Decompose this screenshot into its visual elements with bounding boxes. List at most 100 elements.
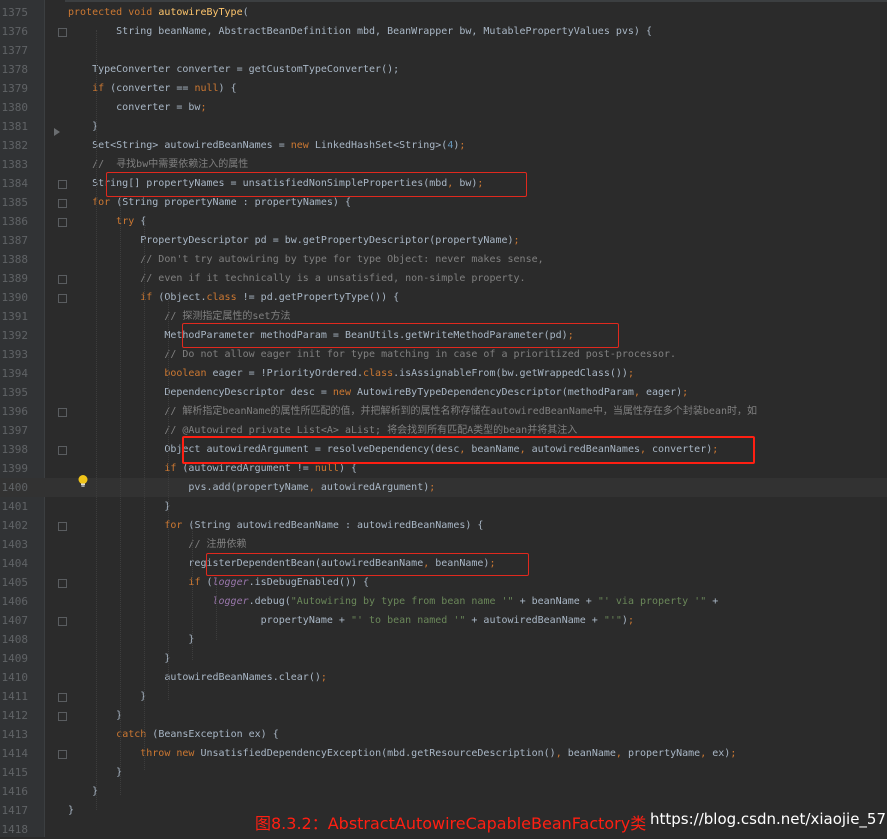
- code-text[interactable]: catch (BeansException ex) {: [68, 725, 279, 744]
- code-text[interactable]: for (String autowiredBeanName : autowire…: [68, 516, 483, 535]
- fold-marker-icon[interactable]: [58, 408, 67, 417]
- code-line[interactable]: 1400 pvs.add(propertyName, autowiredArgu…: [0, 478, 887, 497]
- line-number: 1376: [1, 25, 29, 38]
- code-text[interactable]: // Don't try autowiring by type for type…: [68, 250, 543, 269]
- code-line[interactable]: 1379 if (converter == null) {: [0, 79, 887, 98]
- line-number: 1395: [1, 386, 29, 399]
- code-text[interactable]: if (converter == null) {: [68, 79, 237, 98]
- code-line[interactable]: 1376 String beanName, AbstractBeanDefini…: [0, 22, 887, 41]
- code-line[interactable]: 1375 protected void autowireByType(: [0, 3, 887, 22]
- code-text[interactable]: try {: [68, 212, 146, 231]
- code-line[interactable]: 1410 autowiredBeanNames.clear();: [0, 668, 887, 687]
- line-number: 1383: [1, 158, 29, 171]
- code-text[interactable]: throw new UnsatisfiedDependencyException…: [68, 744, 736, 763]
- lightbulb-icon[interactable]: [76, 474, 90, 488]
- line-number: 1414: [1, 747, 29, 760]
- line-number: 1400: [1, 481, 29, 494]
- code-line[interactable]: 1409 }: [0, 649, 887, 668]
- code-text[interactable]: protected void autowireByType(: [68, 3, 249, 22]
- code-line[interactable]: 1394 boolean eager = !PriorityOrdered.cl…: [0, 364, 887, 383]
- code-line[interactable]: 1378 TypeConverter converter = getCustom…: [0, 60, 887, 79]
- code-text[interactable]: String beanName, AbstractBeanDefinition …: [68, 22, 652, 41]
- line-number: 1388: [1, 253, 29, 266]
- fold-marker-icon[interactable]: [58, 693, 67, 702]
- code-text[interactable]: TypeConverter converter = getCustomTypeC…: [68, 60, 399, 79]
- code-text[interactable]: converter = bw;: [68, 98, 206, 117]
- fold-marker-icon[interactable]: [58, 294, 67, 303]
- code-line[interactable]: 1411 }: [0, 687, 887, 706]
- code-text[interactable]: autowiredBeanNames.clear();: [68, 668, 327, 687]
- code-line[interactable]: 1414 throw new UnsatisfiedDependencyExce…: [0, 744, 887, 763]
- fold-marker-icon[interactable]: [58, 712, 67, 721]
- code-text[interactable]: Set<String> autowiredBeanNames = new Lin…: [68, 136, 465, 155]
- code-line[interactable]: 1395 DependencyDescriptor desc = new Aut…: [0, 383, 887, 402]
- code-line[interactable]: 1401 }: [0, 497, 887, 516]
- code-line[interactable]: 1382 Set<String> autowiredBeanNames = ne…: [0, 136, 887, 155]
- line-number: 1411: [1, 690, 29, 703]
- watermark: https://blog.csdn.net/xiaojie_570: [650, 810, 887, 828]
- code-text[interactable]: // even if it technically is a unsatisfi…: [68, 269, 525, 288]
- code-text[interactable]: }: [68, 117, 98, 136]
- code-line[interactable]: 1377: [0, 41, 887, 60]
- code-text[interactable]: PropertyDescriptor pd = bw.getPropertyDe…: [68, 231, 519, 250]
- code-text[interactable]: }: [68, 801, 74, 820]
- code-text[interactable]: propertyName + "' to bean named '" + aut…: [68, 611, 634, 630]
- code-text[interactable]: pvs.add(propertyName, autowiredArgument)…: [68, 478, 435, 497]
- code-line[interactable]: 1408 }: [0, 630, 887, 649]
- code-line[interactable]: 1387 PropertyDescriptor pd = bw.getPrope…: [0, 231, 887, 250]
- code-text[interactable]: }: [68, 630, 194, 649]
- fold-marker-icon[interactable]: [58, 199, 67, 208]
- indent-guide: [192, 520, 193, 660]
- indent-guide: [120, 200, 121, 795]
- code-line[interactable]: 1406 logger.debug("Autowiring by type fr…: [0, 592, 887, 611]
- figure-caption: 图8.3.2：AbstractAutowireCapableBeanFactor…: [255, 814, 647, 833]
- line-number: 1396: [1, 405, 29, 418]
- code-line[interactable]: 1403 // 注册依赖: [0, 535, 887, 554]
- highlight-box: [182, 323, 619, 348]
- code-line[interactable]: 1390 if (Object.class != pd.getPropertyT…: [0, 288, 887, 307]
- line-number: 1402: [1, 519, 29, 532]
- line-number: 1390: [1, 291, 29, 304]
- code-line[interactable]: 1388 // Don't try autowiring by type for…: [0, 250, 887, 269]
- code-line[interactable]: 1412 }: [0, 706, 887, 725]
- code-line[interactable]: 1413 catch (BeansException ex) {: [0, 725, 887, 744]
- code-text[interactable]: // 解析指定beanName的属性所匹配的值，并把解析到的属性名称存储在aut…: [68, 402, 757, 421]
- fold-marker-icon[interactable]: [58, 750, 67, 759]
- code-text[interactable]: if (Object.class != pd.getPropertyType()…: [68, 288, 399, 307]
- fold-arrow-icon[interactable]: [54, 128, 60, 136]
- highlight-box: [206, 553, 529, 576]
- code-line[interactable]: 1381 }: [0, 117, 887, 136]
- code-text[interactable]: }: [68, 687, 146, 706]
- fold-marker-icon[interactable]: [58, 446, 67, 455]
- line-number: 1392: [1, 329, 29, 342]
- code-text[interactable]: boolean eager = !PriorityOrdered.class.i…: [68, 364, 634, 383]
- code-line[interactable]: 1416 }: [0, 782, 887, 801]
- fold-marker-icon[interactable]: [58, 617, 67, 626]
- fold-marker-icon[interactable]: [58, 522, 67, 531]
- indent-guide: [216, 580, 217, 640]
- code-line[interactable]: 1402 for (String autowiredBeanName : aut…: [0, 516, 887, 535]
- line-number: 1386: [1, 215, 29, 228]
- code-line[interactable]: 1407 propertyName + "' to bean named '" …: [0, 611, 887, 630]
- fold-marker-icon[interactable]: [58, 28, 67, 37]
- code-editor[interactable]: 1375 protected void autowireByType(1376 S…: [0, 0, 887, 837]
- fold-marker-icon[interactable]: [58, 180, 67, 189]
- code-line[interactable]: 1386 try {: [0, 212, 887, 231]
- line-number: 1415: [1, 766, 29, 779]
- highlight-box: [182, 436, 755, 464]
- line-number: 1379: [1, 82, 29, 95]
- line-number: 1384: [1, 177, 29, 190]
- code-text[interactable]: logger.debug("Autowiring by type from be…: [68, 592, 719, 611]
- code-line[interactable]: 1380 converter = bw;: [0, 98, 887, 117]
- code-text[interactable]: }: [68, 782, 98, 801]
- code-text[interactable]: // 注册依赖: [68, 535, 246, 554]
- code-line[interactable]: 1389 // even if it technically is a unsa…: [0, 269, 887, 288]
- line-number: 1409: [1, 652, 29, 665]
- line-number: 1404: [1, 557, 29, 570]
- fold-marker-icon[interactable]: [58, 275, 67, 284]
- code-line[interactable]: 1415 }: [0, 763, 887, 782]
- code-text[interactable]: DependencyDescriptor desc = new Autowire…: [68, 383, 688, 402]
- code-line[interactable]: 1396 // 解析指定beanName的属性所匹配的值，并把解析到的属性名称存…: [0, 402, 887, 421]
- fold-marker-icon[interactable]: [58, 579, 67, 588]
- fold-marker-icon[interactable]: [58, 218, 67, 227]
